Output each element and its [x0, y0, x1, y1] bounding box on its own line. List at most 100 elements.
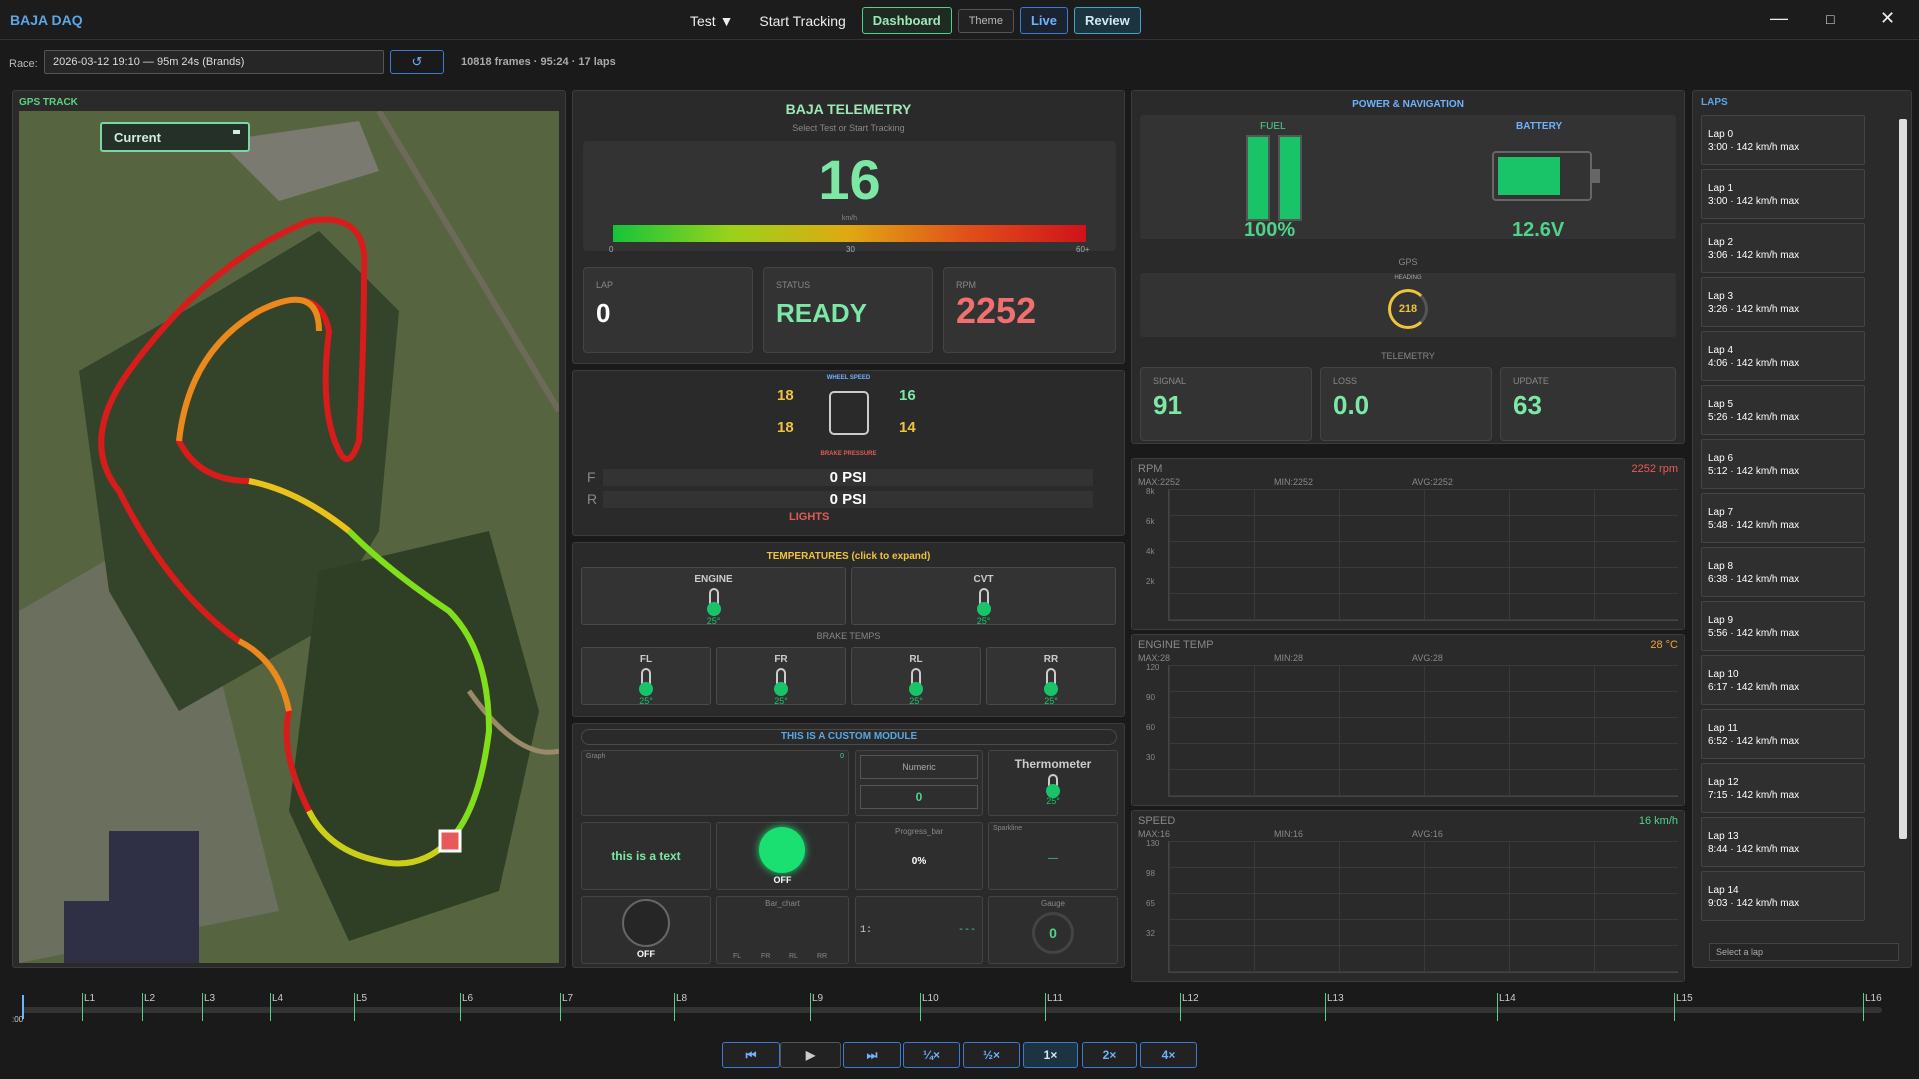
lap-item[interactable]: Lap 11 6:52 · 142 km/h max: [1701, 709, 1865, 759]
lap-name: Lap 6: [1708, 453, 1734, 464]
signal-label: SIGNAL: [1153, 376, 1187, 386]
timeline-marker[interactable]: [202, 993, 203, 1021]
speed-2x-button[interactable]: 2×: [1082, 1042, 1137, 1068]
lap-item[interactable]: Lap 13 8:44 · 142 km/h max: [1701, 817, 1865, 867]
timeline-marker[interactable]: [354, 993, 355, 1021]
chart-y-tick: 90: [1146, 693, 1155, 702]
lap-name: Lap 10: [1708, 669, 1739, 680]
play-button[interactable]: ▶: [780, 1042, 841, 1068]
engine-temp: ENGINE 25°: [581, 567, 846, 626]
skip-back-button[interactable]: ⏮: [722, 1042, 780, 1068]
top-menu: Test ▼ Start Tracking Dashboard Theme Li…: [680, 7, 1141, 34]
fuel-bar-right: [1278, 135, 1302, 221]
chart-title: RPM: [1138, 463, 1163, 475]
timeline-marker[interactable]: [1674, 993, 1675, 1021]
timeline-marker-label: L2: [144, 993, 156, 1004]
knob-widget[interactable]: OFF: [581, 896, 711, 964]
rear-brake-label: R: [587, 491, 598, 507]
lap-name: Lap 14: [1708, 885, 1739, 896]
refresh-button[interactable]: ↺: [390, 50, 444, 74]
test-menu[interactable]: Test ▼: [680, 8, 743, 34]
timeline-marker[interactable]: [674, 993, 675, 1021]
gauge-value: 0: [1032, 912, 1074, 954]
timeline-marker[interactable]: [920, 993, 921, 1021]
lap-detail: 9:03 · 142 km/h max: [1708, 898, 1800, 909]
timeline-marker-label: L1: [84, 993, 96, 1004]
status-stat: STATUS READY: [763, 267, 933, 353]
start-tracking-button[interactable]: Start Tracking: [749, 8, 855, 34]
lap-item[interactable]: Lap 1 3:00 · 142 km/h max: [1701, 169, 1865, 219]
lap-detail: 7:15 · 142 km/h max: [1708, 790, 1800, 801]
skip-forward-button[interactable]: ⏭: [843, 1042, 901, 1068]
wheel-fr-value: 16: [899, 387, 916, 404]
timeline-marker[interactable]: [82, 993, 83, 1021]
timeline-marker-label: L7: [562, 993, 574, 1004]
speed-quarter-button[interactable]: ¼×: [903, 1042, 960, 1068]
maximize-icon[interactable]: □: [1826, 11, 1834, 27]
timeline-marker[interactable]: [270, 993, 271, 1021]
brake-temp-rr-value: 25°: [1044, 696, 1058, 706]
lap-item[interactable]: Lap 7 5:48 · 142 km/h max: [1701, 493, 1865, 543]
lap-item[interactable]: Lap 10 6:17 · 142 km/h max: [1701, 655, 1865, 705]
lap-item[interactable]: Lap 4 4:06 · 142 km/h max: [1701, 331, 1865, 381]
timeline-track[interactable]: [22, 1007, 1882, 1013]
chart-y-tick: 120: [1146, 663, 1160, 672]
lap-item[interactable]: Lap 14 9:03 · 142 km/h max: [1701, 871, 1865, 921]
chart-y-tick: 32: [1146, 929, 1155, 938]
custom-module-title: THIS IS A CUSTOM MODULE: [581, 729, 1117, 745]
timeline-marker[interactable]: [1497, 993, 1498, 1021]
status-value: READY: [776, 298, 868, 328]
chart-title: SPEED: [1138, 815, 1176, 827]
chart-y-tick: 4k: [1146, 547, 1155, 556]
timeline-marker[interactable]: [142, 993, 143, 1021]
timeline-marker[interactable]: [1325, 993, 1326, 1021]
current-dropdown[interactable]: Current: [100, 122, 250, 152]
telemetry-panel: BAJA TELEMETRY Select Test or Start Trac…: [572, 90, 1125, 364]
loss-stat: LOSS 0.0: [1320, 367, 1492, 441]
speed-half-button[interactable]: ½×: [963, 1042, 1020, 1068]
lap-item[interactable]: Lap 12 7:15 · 142 km/h max: [1701, 763, 1865, 813]
thermometer-icon: [976, 588, 991, 616]
knob-icon[interactable]: [622, 899, 670, 947]
gauge-label: Gauge: [1040, 899, 1066, 908]
race-select[interactable]: 2026-03-12 19:10 — 95m 24s (Brands): [44, 50, 384, 74]
laps-scrollbar[interactable]: [1899, 119, 1907, 839]
lap-item[interactable]: Lap 5 5:26 · 142 km/h max: [1701, 385, 1865, 435]
timeline-marker[interactable]: [810, 993, 811, 1021]
chart-avg: AVG:28: [1412, 653, 1443, 663]
timeline[interactable]: :00 L1 L2 L3 L4 L5 L6 L7 L8 L9 L10 L11 L12 L13 L14 L15…: [0, 985, 1919, 1025]
thermometer-icon: [639, 668, 653, 696]
minimize-icon[interactable]: —: [1770, 8, 1788, 29]
speed-tick-60: 60+: [1076, 245, 1090, 254]
lap-item[interactable]: Lap 6 5:12 · 142 km/h max: [1701, 439, 1865, 489]
lap-item[interactable]: Lap 9 5:56 · 142 km/h max: [1701, 601, 1865, 651]
speed-1x-button[interactable]: 1×: [1023, 1042, 1078, 1068]
temperatures-panel[interactable]: TEMPERATURES (click to expand) ENGINE 25…: [572, 542, 1125, 717]
thermometer-icon: [909, 668, 923, 696]
timeline-marker[interactable]: [1863, 993, 1864, 1021]
speed-4x-button[interactable]: 4×: [1140, 1042, 1197, 1068]
gps-map[interactable]: [19, 111, 559, 963]
chart-y-tick: 65: [1146, 899, 1155, 908]
review-button[interactable]: Review: [1073, 7, 1141, 34]
lap-name: Lap 11: [1708, 723, 1738, 734]
lap-item[interactable]: Lap 3 3:26 · 142 km/h max: [1701, 277, 1865, 327]
battery-value: 12.6V: [1512, 219, 1565, 241]
live-button[interactable]: Live: [1019, 7, 1068, 34]
bar-label-rr: RR: [817, 953, 828, 960]
theme-button[interactable]: Theme: [957, 8, 1014, 33]
lap-item[interactable]: Lap 8 6:38 · 142 km/h max: [1701, 547, 1865, 597]
lap-item[interactable]: Lap 0 3:00 · 142 km/h max: [1701, 115, 1865, 165]
led-state: OFF: [773, 875, 792, 885]
lap-select[interactable]: Select a lap: [1709, 943, 1899, 961]
lap-item[interactable]: Lap 2 3:06 · 142 km/h max: [1701, 223, 1865, 273]
timeline-marker[interactable]: [560, 993, 561, 1021]
lap-detail: 5:56 · 142 km/h max: [1708, 628, 1800, 639]
timeline-marker[interactable]: [1180, 993, 1181, 1021]
temperatures-title[interactable]: TEMPERATURES (click to expand): [573, 551, 1124, 562]
dashboard-button[interactable]: Dashboard: [861, 7, 952, 34]
timeline-marker[interactable]: [460, 993, 461, 1021]
timeline-marker[interactable]: [1045, 993, 1046, 1021]
lap-name: Lap 8: [1708, 561, 1734, 572]
close-icon[interactable]: ✕: [1880, 8, 1895, 29]
